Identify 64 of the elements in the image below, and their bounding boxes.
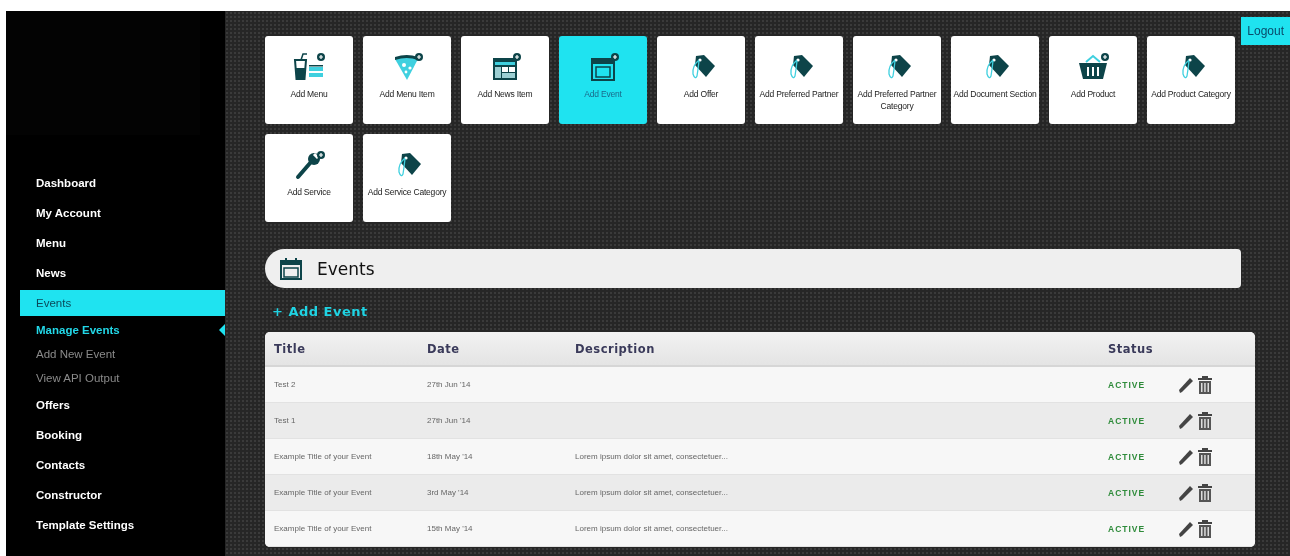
trash-icon[interactable] <box>1198 411 1212 430</box>
status-label: ACTIVE <box>1108 487 1147 498</box>
sidebar-item[interactable]: Constructor <box>20 482 225 508</box>
drink-icon <box>292 52 326 82</box>
shortcut-tile[interactable]: Add Service Category <box>363 134 451 222</box>
add-event-link[interactable]: + Add Event <box>272 304 368 319</box>
sidebar-item[interactable]: Events <box>20 290 225 316</box>
basket-icon <box>1076 52 1110 82</box>
status-label: ACTIVE <box>1108 415 1147 426</box>
trash-icon[interactable] <box>1198 483 1212 502</box>
status-label: ACTIVE <box>1108 379 1147 390</box>
sidebar-item[interactable]: Booking <box>20 422 225 448</box>
logout-button[interactable]: Logout <box>1241 17 1290 45</box>
sidebar-item[interactable]: Dashboard <box>20 170 225 196</box>
shortcut-tile[interactable]: Add Service <box>265 134 353 222</box>
shortcut-tile[interactable]: Add Event <box>559 36 647 124</box>
pencil-icon[interactable] <box>1178 447 1194 466</box>
table-cell-text: 3rd May '14 <box>427 488 470 497</box>
status-label: ACTIVE <box>1108 451 1147 462</box>
table-cell-text: 15th May '14 <box>427 524 474 533</box>
shortcut-tile[interactable]: Add Menu <box>265 36 353 124</box>
table-cell-text: Test 2 <box>274 380 297 389</box>
table-cell-text: 27th Jun '14 <box>427 416 472 425</box>
sidebar-subitem[interactable]: View API Output <box>36 372 120 384</box>
pencil-icon[interactable] <box>1178 411 1194 430</box>
section-title: Events <box>317 258 375 279</box>
shortcut-tile[interactable]: Add Product <box>1049 36 1137 124</box>
table-cell-text: 27th Jun '14 <box>427 380 472 389</box>
trash-icon[interactable] <box>1198 375 1212 394</box>
table-cell: Lorem ipsum dolor sit amet, consectetuer... <box>575 452 728 461</box>
status-label: ACTIVE <box>1108 523 1147 534</box>
shortcut-tile[interactable]: Add Product Category <box>1147 36 1235 124</box>
column-header: Description <box>575 341 656 356</box>
calendar-icon <box>279 256 303 281</box>
sidebar-item[interactable]: Contacts <box>20 452 225 478</box>
column-header: Date <box>427 341 461 356</box>
shortcut-tile[interactable]: Add Menu Item <box>363 36 451 124</box>
table-cell-text: 18th May '14 <box>427 452 474 461</box>
shortcut-tile[interactable]: Add Document Section <box>951 36 1039 124</box>
sidebar-item[interactable]: News <box>20 260 225 286</box>
trash-icon[interactable] <box>1198 447 1212 466</box>
sidebar-item[interactable]: Template Settings <box>20 512 225 538</box>
table-cell-text: Example Title of your Event <box>274 452 373 461</box>
table-cell-text: Example Title of your Event <box>274 524 373 533</box>
sidebar-subitem[interactable]: Add New Event <box>36 348 116 360</box>
pencil-icon[interactable] <box>1178 375 1194 394</box>
shortcut-tile[interactable]: Add News Item <box>461 36 549 124</box>
pointer-icon <box>219 324 225 336</box>
pencil-icon[interactable] <box>1178 519 1194 538</box>
sidebar-item[interactable]: Menu <box>20 230 225 256</box>
shortcut-tile[interactable]: Add Preferred Partner Category <box>853 36 941 124</box>
table-cell-text: Example Title of your Event <box>274 488 373 497</box>
shortcut-tile[interactable]: Add Offer <box>657 36 745 124</box>
sidebar-item[interactable]: Offers <box>20 392 225 418</box>
pencil-icon[interactable] <box>1178 483 1194 502</box>
shortcut-tile[interactable]: Add Preferred Partner <box>755 36 843 124</box>
column-header: Title <box>274 341 307 356</box>
sidebar-item[interactable]: My Account <box>20 200 225 226</box>
sidebar-subitem[interactable]: Manage Events <box>36 324 120 336</box>
table-cell: Lorem ipsum dolor sit amet, consectetuer... <box>575 524 728 533</box>
trash-icon[interactable] <box>1198 519 1212 538</box>
column-header: Status <box>1108 341 1155 356</box>
table-cell: Lorem ipsum dolor sit amet, consectetuer... <box>575 488 728 497</box>
table-cell-text: Test 1 <box>274 416 297 425</box>
